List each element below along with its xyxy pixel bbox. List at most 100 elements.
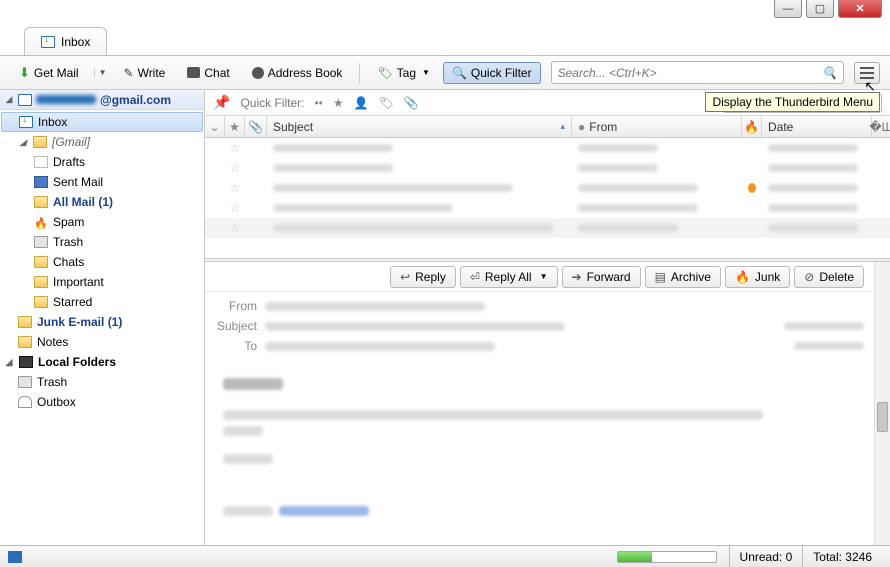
col-label: Date <box>768 120 793 134</box>
folder-label: Notes <box>37 335 68 349</box>
qf-contact-icon[interactable]: 👤 <box>354 96 369 110</box>
account-row[interactable]: ◢ @gmail.com <box>0 90 204 110</box>
folder-local-trash[interactable]: Trash <box>0 372 204 392</box>
chevron-down-icon: ▼ <box>422 68 430 77</box>
quick-filter-label: Quick Filter <box>471 66 532 80</box>
pencil-icon: ✎ <box>124 66 134 80</box>
twisty-icon[interactable]: ◢ <box>18 137 28 148</box>
account-icon <box>18 94 32 106</box>
delete-button[interactable]: ⊘Delete <box>794 266 864 288</box>
col-attachment[interactable]: 📎 <box>245 116 267 137</box>
folder-icon <box>33 136 47 148</box>
message-preview: ↩Reply ⏎ Reply All ▼ ➔Forward ▤Archive 🔥Ju… <box>205 262 890 545</box>
close-button[interactable]: ✕ <box>838 0 882 18</box>
header-from-label: From <box>215 299 265 313</box>
folder-label: Outbox <box>37 395 76 409</box>
message-list[interactable]: ☆ ☆ ☆ ☆ ☆ <box>205 138 890 258</box>
message-row[interactable]: ☆ <box>205 198 890 218</box>
col-from[interactable]: ●From <box>572 116 742 137</box>
qf-tags-icon[interactable]: 🏷 <box>379 96 394 110</box>
message-row[interactable]: ☆ <box>205 158 890 178</box>
global-search[interactable]: 🔍 <box>551 61 844 84</box>
app-menu-button[interactable] <box>854 62 880 84</box>
col-thread[interactable]: ⌄ <box>205 116 225 137</box>
twisty-icon[interactable]: ◢ <box>4 94 14 105</box>
chevron-down-icon: ▼ <box>540 272 548 281</box>
get-mail-label: Get Mail <box>34 66 79 80</box>
folder-trash[interactable]: Trash <box>0 232 204 252</box>
tab-inbox[interactable]: Inbox <box>24 27 107 55</box>
get-mail-dropdown[interactable]: ▼ <box>94 68 111 77</box>
forward-icon: ➔ <box>572 270 582 284</box>
chat-icon <box>187 67 200 78</box>
col-date[interactable]: Date <box>762 116 872 137</box>
message-row[interactable]: ☆ <box>205 138 890 158</box>
progress-bar <box>617 551 717 563</box>
scrollbar-thumb[interactable] <box>877 402 888 432</box>
reply-button[interactable]: ↩Reply <box>390 266 456 288</box>
folder-inbox[interactable]: Inbox <box>1 112 203 132</box>
status-label: Unread: <box>740 550 783 564</box>
folder-spam[interactable]: Spam <box>0 212 204 232</box>
folder-label: Junk E-mail (1) <box>37 315 122 329</box>
qf-starred-icon[interactable]: ★ <box>333 96 344 110</box>
archive-button[interactable]: ▤Archive <box>645 266 721 288</box>
chat-label: Chat <box>204 66 229 80</box>
message-body[interactable] <box>205 360 874 534</box>
online-status-icon[interactable] <box>8 551 22 563</box>
status-value: 3246 <box>845 550 872 564</box>
folder-starred[interactable]: Starred <box>0 292 204 312</box>
tag-button[interactable]: 🏷 Tag ▼ <box>368 62 439 84</box>
maximize-button[interactable]: ▢ <box>806 0 834 18</box>
junk-button[interactable]: 🔥Junk <box>725 266 790 288</box>
message-actions: ↩Reply ⏎ Reply All ▼ ➔Forward ▤Archive 🔥Ju… <box>205 262 874 292</box>
column-headers: ⌄ ★ 📎 Subject▴ ●From 🔥 Date �Ш <box>205 116 890 138</box>
col-star[interactable]: ★ <box>225 116 245 137</box>
hamburger-icon <box>860 67 874 69</box>
reply-all-button[interactable]: ⏎ Reply All ▼ <box>460 266 558 288</box>
folder-gmail[interactable]: ◢[Gmail] <box>0 132 204 152</box>
global-search-input[interactable] <box>558 66 822 80</box>
search-icon[interactable]: 🔍 <box>822 66 837 80</box>
main-toolbar: ⬇ Get Mail ▼ ✎ Write Chat Address Book 🏷… <box>0 56 890 90</box>
outbox-icon <box>18 396 32 408</box>
window-controls: — ▢ ✕ <box>774 0 882 18</box>
twisty-icon[interactable]: ◢ <box>4 357 14 368</box>
status-value: 0 <box>786 550 793 564</box>
folder-outbox[interactable]: Outbox <box>0 392 204 412</box>
folder-label: Drafts <box>53 155 85 169</box>
download-icon: ⬇ <box>19 65 30 81</box>
write-label: Write <box>138 66 166 80</box>
qf-unread-icon[interactable]: •• <box>314 96 322 110</box>
col-subject[interactable]: Subject▴ <box>267 116 572 137</box>
preview-scrollbar[interactable] <box>874 262 890 545</box>
folder-drafts[interactable]: Drafts <box>0 152 204 172</box>
address-book-button[interactable]: Address Book <box>243 62 352 84</box>
header-to-label: To <box>215 339 265 353</box>
tab-label: Inbox <box>61 35 90 49</box>
pin-icon[interactable]: 📌 <box>213 94 230 111</box>
folder-notes[interactable]: Notes <box>0 332 204 352</box>
message-row[interactable]: ☆ <box>205 218 890 238</box>
get-mail-button[interactable]: ⬇ Get Mail <box>10 61 88 85</box>
col-label: From <box>589 120 617 134</box>
col-picker[interactable]: �Ш <box>872 116 890 137</box>
folder-sent-mail[interactable]: Sent Mail <box>0 172 204 192</box>
action-label: Reply All <box>485 270 532 284</box>
qf-attachment-icon[interactable]: 📎 <box>404 96 419 110</box>
forward-button[interactable]: ➔Forward <box>562 266 641 288</box>
folder-chats[interactable]: Chats <box>0 252 204 272</box>
folder-important[interactable]: Important <box>0 272 204 292</box>
folder-icon <box>34 256 48 268</box>
local-folders[interactable]: ◢Local Folders <box>0 352 204 372</box>
folder-all-mail[interactable]: All Mail (1) <box>0 192 204 212</box>
message-row[interactable]: ☆ <box>205 178 890 198</box>
col-junk[interactable]: 🔥 <box>742 116 762 137</box>
folder-icon <box>34 196 48 208</box>
reply-all-icon: ⏎ <box>470 270 480 284</box>
folder-junk[interactable]: Junk E-mail (1) <box>0 312 204 332</box>
quick-filter-button[interactable]: 🔍 Quick Filter <box>443 62 541 84</box>
write-button[interactable]: ✎ Write <box>115 62 175 84</box>
minimize-button[interactable]: — <box>774 0 802 18</box>
chat-button[interactable]: Chat <box>178 62 238 84</box>
